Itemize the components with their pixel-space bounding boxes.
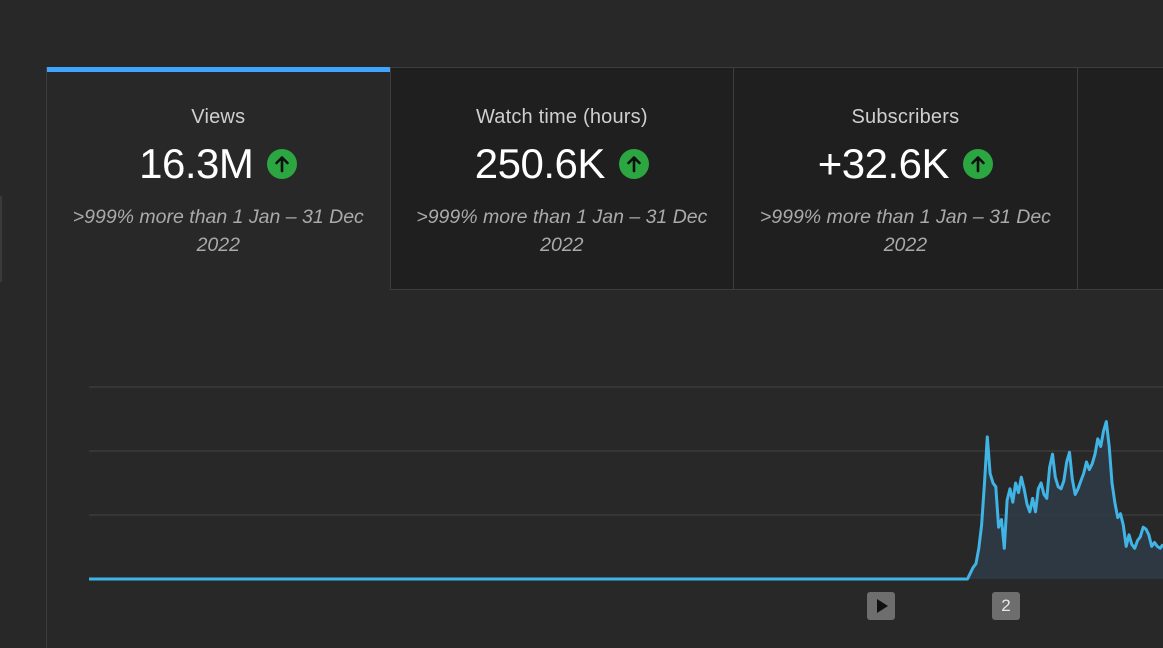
active-tab-indicator	[47, 67, 390, 72]
comparison-text: >999% more than 1 Jan – 31 Dec 2022	[759, 206, 1051, 256]
arrow-up-circle-icon	[618, 149, 649, 179]
metric-value: 250.6K	[474, 140, 606, 187]
numbered-marker[interactable]: 2	[992, 592, 1020, 620]
video-release-marker[interactable]	[867, 592, 895, 620]
metric-tabs: Views 16.3M >999% more than 1 Jan – 31 D…	[47, 67, 1163, 290]
tab-more[interactable]	[1077, 68, 1163, 290]
tab-watch-time[interactable]: Watch time (hours) 250.6K >999% more tha…	[390, 68, 735, 290]
analytics-card: Views 16.3M >999% more than 1 Jan – 31 D…	[46, 67, 1163, 648]
play-icon	[877, 599, 888, 613]
tab-title: Watch time (hours)	[475, 106, 648, 128]
arrow-up-circle-icon	[267, 149, 298, 179]
arrow-up-circle-icon	[963, 149, 994, 179]
comparison-text: >999% more than 1 Jan – 31 Dec 2022	[72, 206, 364, 256]
left-panel-edge	[0, 196, 2, 282]
tab-title: Subscribers	[851, 106, 960, 128]
tab-subscribers[interactable]: Subscribers +32.6K >999% more than 1 Jan…	[734, 68, 1078, 290]
metric-value: +32.6K	[817, 140, 950, 187]
comparison-text: >999% more than 1 Jan – 31 Dec 2022	[416, 206, 708, 256]
metric-value: 16.3M	[139, 140, 254, 187]
tab-views[interactable]: Views 16.3M >999% more than 1 Jan – 31 D…	[47, 67, 391, 290]
tab-title: Views	[191, 106, 246, 128]
